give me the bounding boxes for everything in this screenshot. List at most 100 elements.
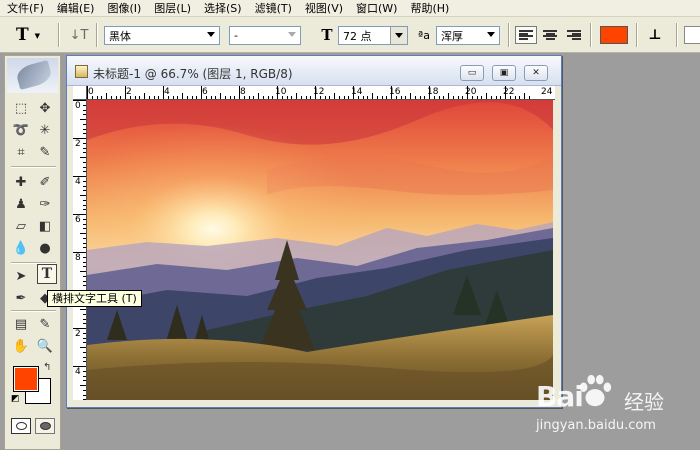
ruler-tick: [452, 96, 454, 99]
pen-tool-icon[interactable]: ✒: [11, 288, 31, 308]
ruler-tick: [329, 96, 331, 99]
warp-text-icon[interactable]: ⊥: [644, 25, 666, 45]
sunset-landscape-image: [87, 100, 553, 400]
menu-filter[interactable]: 滤镜(T): [248, 0, 298, 17]
ruler-origin[interactable]: [73, 86, 87, 100]
document-titlebar[interactable]: 未标题-1 @ 66.7% (图层 1, RGB/8) ▭ ▣ ✕: [67, 56, 561, 86]
slice-tool-icon[interactable]: ✎: [35, 142, 55, 162]
history-brush-tool-icon[interactable]: ✑: [35, 194, 55, 214]
ruler-tick: [83, 399, 86, 400]
ruler-tick: [83, 351, 86, 353]
ruler-tick: [433, 96, 435, 99]
menu-select[interactable]: 选择(S): [197, 0, 248, 17]
menu-help[interactable]: 帮助(H): [403, 0, 455, 17]
text-orientation-icon[interactable]: ↓T: [68, 26, 90, 44]
ruler-tick: [277, 86, 278, 99]
font-size-select[interactable]: 72 点: [338, 26, 408, 45]
ruler-tick: [83, 389, 86, 391]
ruler-tick: [528, 96, 530, 99]
separator: [58, 23, 60, 47]
ruler-tick: [83, 261, 86, 263]
separator: [508, 23, 510, 47]
ruler-tick: [96, 96, 98, 99]
magic-wand-tool-icon[interactable]: ✳: [35, 120, 55, 140]
align-center-button[interactable]: [539, 26, 561, 44]
ruler-tick: [248, 96, 250, 99]
ruler-tick: [495, 96, 497, 99]
document-icon: [75, 65, 88, 78]
zoom-tool-icon[interactable]: 🔍: [35, 336, 55, 356]
anti-alias-select[interactable]: 浑厚: [436, 26, 500, 45]
ruler-tick: [229, 96, 231, 99]
close-button[interactable]: ✕: [524, 65, 548, 81]
separator: [96, 23, 98, 47]
ruler-tick: [80, 195, 86, 196]
ruler-tick: [80, 271, 86, 272]
ruler-tick: [83, 266, 86, 268]
menu-window[interactable]: 窗口(W): [349, 0, 403, 17]
align-left-button[interactable]: [515, 26, 537, 44]
lasso-tool-icon[interactable]: ➰: [11, 120, 31, 140]
vertical-ruler[interactable]: 0 2 4 6 8 0 2 4: [73, 100, 87, 400]
font-family-select[interactable]: 黑体: [104, 26, 220, 45]
tool-preset-picker[interactable]: T ▼: [16, 25, 50, 45]
blur-tool-icon[interactable]: 💧: [11, 238, 31, 258]
ruler-tick: [476, 96, 478, 99]
move-tool-icon[interactable]: ✥: [35, 98, 55, 118]
horizontal-type-tool-icon[interactable]: T: [37, 264, 57, 284]
ruler-tick: [505, 86, 506, 99]
standard-mode-button[interactable]: [11, 418, 31, 434]
ruler-tick: [362, 96, 364, 99]
ruler-tick: [153, 96, 155, 99]
brush-tool-icon[interactable]: ✐: [35, 172, 55, 192]
font-style-value: -: [234, 29, 238, 42]
font-style-select[interactable]: -: [229, 26, 301, 45]
quick-mask-button[interactable]: [35, 418, 55, 434]
ruler-tick: [87, 86, 88, 99]
crop-tool-icon[interactable]: ⌗: [11, 142, 31, 162]
image-canvas[interactable]: [87, 100, 553, 400]
ruler-tick: [83, 123, 86, 125]
restore-button[interactable]: ▣: [492, 65, 516, 81]
clone-stamp-tool-icon[interactable]: ♟: [11, 194, 31, 214]
hand-tool-icon[interactable]: ✋: [11, 336, 31, 356]
ruler-tick: [73, 366, 86, 367]
eyedropper-tool-icon[interactable]: ✎: [35, 314, 55, 334]
align-right-button[interactable]: [563, 26, 585, 44]
menu-view[interactable]: 视图(V): [298, 0, 349, 17]
swap-colors-icon[interactable]: ↰: [43, 362, 51, 373]
menu-edit[interactable]: 编辑(E): [50, 0, 101, 17]
menu-file[interactable]: 文件(F): [0, 0, 50, 17]
menu-layer[interactable]: 图层(L): [147, 0, 197, 17]
eraser-tool-icon[interactable]: ▱: [11, 216, 31, 236]
default-colors-icon[interactable]: ◩: [11, 394, 20, 404]
ruler-tick: [438, 96, 440, 99]
ruler-tick: [514, 96, 516, 99]
ruler-tick: [83, 199, 86, 201]
marquee-tool-icon[interactable]: ⬚: [11, 98, 31, 118]
ruler-tick: [83, 318, 86, 320]
ruler-tick: [83, 237, 86, 239]
palettes-button[interactable]: [684, 26, 700, 44]
ruler-tick: [291, 96, 293, 99]
ruler-tick: [376, 96, 378, 99]
foreground-color-swatch[interactable]: [13, 366, 39, 392]
ruler-tick: [73, 328, 86, 329]
ruler-tick: [83, 218, 86, 220]
gradient-tool-icon[interactable]: ◧: [35, 216, 55, 236]
horizontal-ruler[interactable]: 0 2 4 6 8 10 12 14 16 18 20 22 24: [87, 86, 555, 100]
dodge-tool-icon[interactable]: ●: [35, 238, 55, 258]
path-selection-tool-icon[interactable]: ➤: [11, 266, 31, 286]
ruler-tick: [83, 152, 86, 154]
menu-image[interactable]: 图像(I): [100, 0, 147, 17]
align-left-icon: [519, 30, 533, 40]
minimize-button[interactable]: ▭: [460, 65, 484, 81]
healing-brush-tool-icon[interactable]: ✚: [11, 172, 31, 192]
ruler-tick: [83, 223, 86, 225]
ruler-tick: [395, 96, 397, 99]
notes-tool-icon[interactable]: ▤: [11, 314, 31, 334]
chevron-down-icon: [395, 33, 403, 38]
font-size-dropdown-button[interactable]: [390, 27, 407, 44]
ruler-tick: [414, 96, 416, 99]
text-color-swatch[interactable]: [600, 26, 628, 44]
